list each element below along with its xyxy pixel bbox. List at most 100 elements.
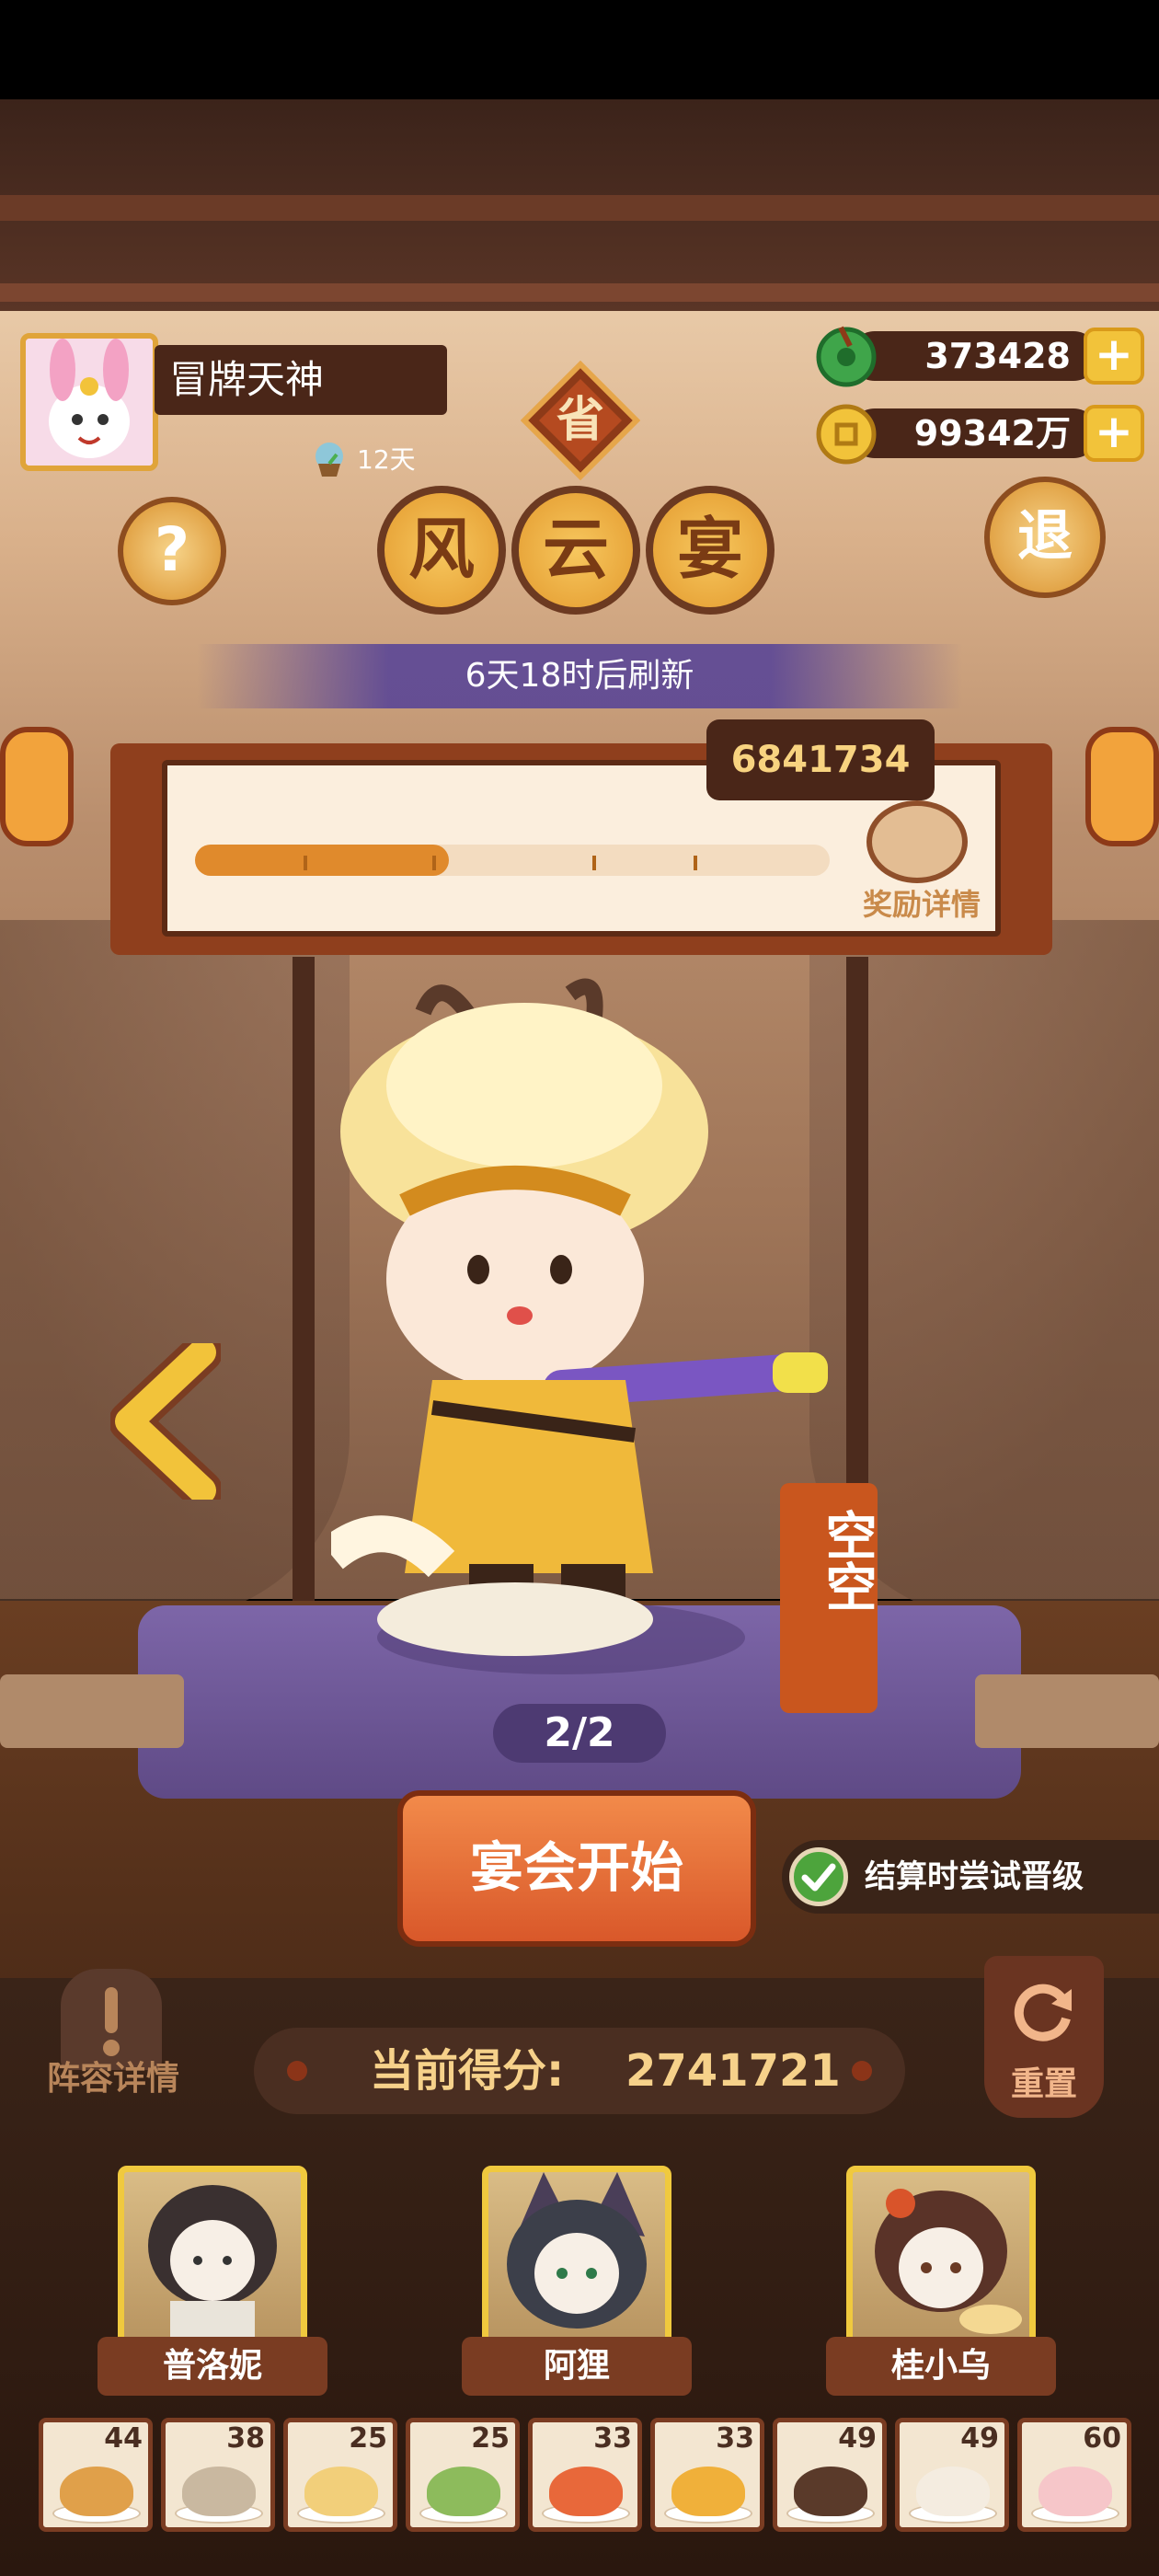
try-upgrade-toggle[interactable]: 结算时尝试晋级 [782, 1840, 1159, 1914]
checkbox-checked-icon[interactable] [789, 1847, 848, 1906]
pill-dot [852, 2061, 872, 2081]
event-title: 风 云 宴 [377, 486, 782, 633]
dish-count: 60 [1083, 2422, 1121, 2455]
pillar-left [293, 957, 315, 1601]
lineup-details-button[interactable]: 阵容详情 [35, 1969, 191, 2116]
chef-name: 桂小乌 [826, 2337, 1056, 2396]
reset-button[interactable]: 重置 [984, 1956, 1104, 2118]
dish-food-icon [427, 2467, 500, 2516]
plant-pot-icon [316, 443, 343, 477]
dish-item[interactable]: 38 [161, 2418, 275, 2532]
jade-currency: 373428 + [813, 322, 1144, 387]
add-gold-button[interactable]: + [1084, 405, 1144, 462]
chevron-left-icon [109, 1332, 223, 1511]
chef-card[interactable]: 普洛妮 [98, 2166, 327, 2405]
days-badge: 12天 [309, 434, 447, 482]
previous-character-button[interactable] [109, 1332, 223, 1511]
current-score-value: 2741721 [625, 2045, 841, 2097]
refresh-banner: 6天18时后刷新 [197, 644, 962, 708]
current-score-display: 当前得分: 2741721 [254, 2028, 905, 2114]
pill-dot [287, 2061, 307, 2081]
character-name: 空空 [817, 1509, 877, 1612]
reward-details-label: 奖励详情 [862, 887, 981, 922]
refresh-timer: 6天18时后刷新 [465, 657, 694, 695]
lineup-details-label: 阵容详情 [46, 2060, 179, 2098]
chef-portrait-icon [148, 2185, 277, 2343]
target-score-tag: 6841734 [706, 719, 935, 800]
reward-bag-icon [866, 800, 968, 883]
chef-card[interactable]: 桂小乌 [826, 2166, 1056, 2405]
dish-item[interactable]: 49 [895, 2418, 1009, 2532]
player-name: 冒牌天神 [155, 345, 447, 415]
dish-count: 44 [104, 2422, 143, 2455]
chef-portrait [846, 2166, 1036, 2350]
dish-item[interactable]: 33 [650, 2418, 764, 2532]
dish-food-icon [182, 2467, 256, 2516]
jade-amount: 373428 [924, 336, 1071, 376]
bench-right [975, 1674, 1159, 1748]
dish-count: 49 [838, 2422, 877, 2455]
dish-food-icon [549, 2467, 623, 2516]
dish-count: 25 [471, 2422, 510, 2455]
reward-details-button[interactable]: 奖励详情 [848, 800, 995, 929]
reset-label: 重置 [1010, 2065, 1077, 2103]
dish-count: 49 [960, 2422, 999, 2455]
chef-name: 阿狸 [462, 2337, 692, 2396]
page-indicator: 2/2 [493, 1704, 666, 1763]
bunny-avatar-icon [26, 339, 153, 466]
days-count: 12天 [357, 444, 416, 475]
progress-tick [592, 856, 596, 870]
event-title-char: 宴 [646, 486, 775, 615]
dish-count: 33 [593, 2422, 632, 2455]
lantern-left-icon [0, 727, 74, 846]
chef-card[interactable]: 阿狸 [462, 2166, 692, 2405]
character-name-banner: 空空 [780, 1483, 878, 1713]
check-icon [801, 1863, 836, 1892]
gold-amount: 99342万 [913, 413, 1071, 454]
bench-left [0, 1674, 184, 1748]
score-progress-fill [195, 845, 449, 876]
dish-item[interactable]: 49 [773, 2418, 887, 2532]
dish-item[interactable]: 33 [528, 2418, 642, 2532]
try-upgrade-label: 结算时尝试晋级 [865, 1858, 1084, 1895]
dish-count: 38 [226, 2422, 265, 2455]
dish-item[interactable]: 44 [39, 2418, 153, 2532]
dish-item[interactable]: 25 [406, 2418, 520, 2532]
player-avatar[interactable] [20, 333, 158, 471]
dish-count: 25 [349, 2422, 387, 2455]
chef-portrait [118, 2166, 307, 2350]
progress-tick [432, 856, 436, 870]
dish-food-icon [794, 2467, 867, 2516]
chef-name: 普洛妮 [98, 2337, 327, 2396]
roof-beam [0, 283, 1159, 302]
dish-item[interactable]: 60 [1017, 2418, 1131, 2532]
dish-food-icon [1039, 2467, 1112, 2516]
add-jade-button[interactable]: + [1084, 328, 1144, 385]
chef-portrait-icon [507, 2172, 647, 2329]
refresh-icon [1014, 1984, 1072, 2041]
start-banquet-button[interactable]: 宴会开始 [397, 1790, 756, 1947]
event-title-char: 云 [511, 486, 640, 615]
progress-tick [304, 856, 307, 870]
dish-food-icon [916, 2467, 990, 2516]
roof-beam [0, 195, 1159, 221]
dish-food-icon [671, 2467, 745, 2516]
dish-list: 44 38 25 25 33 33 49 49 60 [39, 2418, 1133, 2534]
game-screen: 冒牌天神 12天 省 373428 + 99342万 + ? 退 风 云 宴 6… [0, 0, 1159, 2576]
lantern-right-icon [1085, 727, 1159, 846]
score-progress-bar [195, 845, 830, 876]
rank-badge[interactable]: 省 [520, 360, 641, 481]
chef-portrait-icon [875, 2189, 1022, 2334]
progress-tick [694, 856, 697, 870]
dish-food-icon [60, 2467, 133, 2516]
dish-count: 33 [716, 2422, 754, 2455]
event-title-char: 风 [377, 486, 506, 615]
exit-button[interactable]: 退 [984, 477, 1106, 598]
dish-food-icon [304, 2467, 378, 2516]
gold-currency: 99342万 + [813, 399, 1144, 465]
chef-portrait [482, 2166, 671, 2350]
dish-item[interactable]: 25 [283, 2418, 397, 2532]
current-score-label: 当前得分: [370, 2045, 565, 2097]
rank-label: 省 [556, 393, 604, 448]
help-button[interactable]: ? [118, 497, 226, 605]
